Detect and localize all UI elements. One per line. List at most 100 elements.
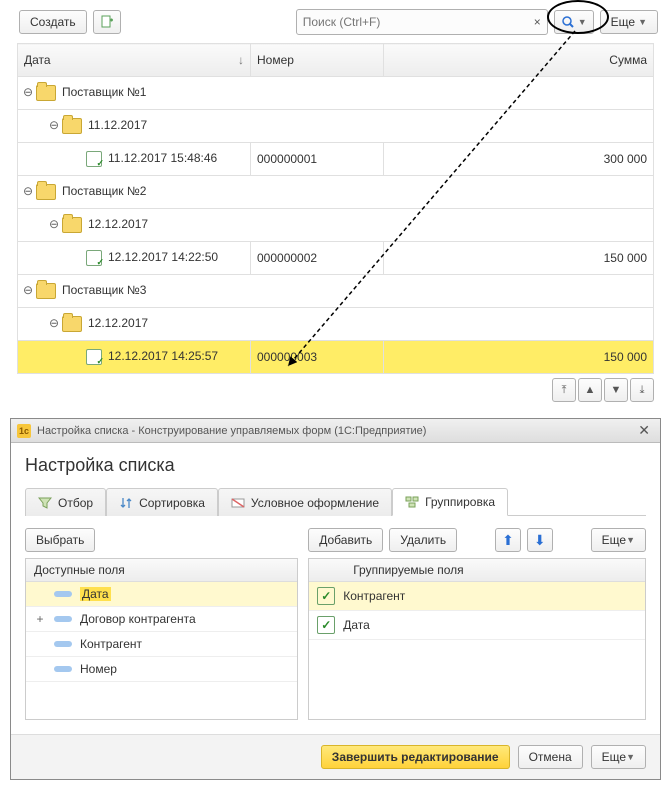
- tab-sort[interactable]: Сортировка: [106, 488, 218, 516]
- list-item[interactable]: +Договор контрагента: [26, 607, 297, 632]
- paint-icon: [231, 496, 245, 510]
- group-text: 11.12.2017: [88, 118, 147, 132]
- toggle-icon[interactable]: ⊖: [22, 85, 34, 99]
- list-item[interactable]: ✓ Дата: [309, 611, 645, 640]
- doc-num: 000000002: [251, 242, 384, 275]
- table-row[interactable]: 11.12.2017 15:48:46000000001300 000: [18, 143, 654, 176]
- list-item[interactable]: ✓ Контрагент: [309, 582, 645, 611]
- choose-button[interactable]: Выбрать: [25, 528, 95, 552]
- table-row[interactable]: 12.12.2017 14:25:57000000003150 000: [18, 341, 654, 374]
- toggle-icon[interactable]: ⊖: [22, 184, 34, 198]
- delete-button[interactable]: Удалить: [389, 528, 457, 552]
- doc-icon: [86, 151, 102, 167]
- field-icon: [54, 666, 72, 672]
- table-row[interactable]: ⊖Поставщик №2: [18, 176, 654, 209]
- list-item[interactable]: Контрагент: [26, 632, 297, 657]
- doc-sum: 150 000: [384, 341, 654, 374]
- move-up-button[interactable]: ⬆: [495, 528, 521, 552]
- doc-icon: [86, 250, 102, 266]
- table-row[interactable]: ⊖ 12.12.2017: [18, 209, 654, 242]
- group-text: Поставщик №3: [62, 283, 146, 297]
- checkbox-icon[interactable]: ✓: [317, 616, 335, 634]
- toggle-icon[interactable]: ⊖: [48, 217, 60, 231]
- scroll-top-button[interactable]: ⤒: [552, 378, 576, 402]
- footer-more-button[interactable]: Еще ▼: [591, 745, 646, 769]
- toggle-icon[interactable]: ⊖: [22, 283, 34, 297]
- checkbox-icon[interactable]: ✓: [317, 587, 335, 605]
- dialog-tabs: Отбор Сортировка Условное оформление Гру…: [25, 488, 646, 516]
- toolbar: Создать × ▼ Еще ▼: [5, 5, 666, 43]
- sort-icon: [119, 496, 133, 510]
- table-row[interactable]: ⊖ 11.12.2017: [18, 110, 654, 143]
- col-number[interactable]: Номер: [251, 44, 384, 77]
- field-label: Контрагент: [80, 637, 142, 651]
- folder-icon: [62, 316, 82, 332]
- group-text: Поставщик №1: [62, 85, 146, 99]
- panel-more-button[interactable]: Еще ▼: [591, 528, 646, 552]
- tab-grouping[interactable]: Группировка: [392, 488, 508, 516]
- scroll-down-button[interactable]: ▼: [604, 378, 628, 402]
- field-icon: [54, 616, 72, 622]
- toggle-icon[interactable]: ⊖: [48, 316, 60, 330]
- scroll-bottom-button[interactable]: ⤓: [630, 378, 654, 402]
- grouped-fields-list[interactable]: Группируемые поля ✓Контрагент✓Дата: [308, 558, 646, 720]
- document-table[interactable]: Дата ↓ Номер Сумма ⊖ Поставщик №1 ⊖ 11.12.20…: [17, 43, 654, 374]
- toggle-icon[interactable]: ⊖: [48, 118, 60, 132]
- dialog-heading: Настройка списка: [25, 455, 646, 476]
- col-sum[interactable]: Сумма: [384, 44, 654, 77]
- tab-filter[interactable]: Отбор: [25, 488, 106, 516]
- table-row[interactable]: ⊖ Поставщик №1: [18, 77, 654, 110]
- clear-search-icon[interactable]: ×: [528, 15, 547, 29]
- finish-button[interactable]: Завершить редактирование: [321, 745, 510, 769]
- search-dropdown-button[interactable]: ▼: [554, 10, 594, 34]
- doc-plus-icon: [100, 15, 114, 29]
- arrow-up-icon: ⬆: [502, 532, 514, 549]
- move-down-button[interactable]: ⬇: [527, 528, 553, 552]
- doc-date: 12.12.2017 14:25:57: [108, 349, 218, 363]
- doc-date: 12.12.2017 14:22:50: [108, 250, 218, 264]
- add-button[interactable]: Добавить: [308, 528, 383, 552]
- folder-icon: [36, 283, 56, 299]
- folder-icon: [36, 184, 56, 200]
- app-icon: 1с: [17, 424, 31, 438]
- field-label: Контрагент: [343, 589, 405, 603]
- chevron-down-icon: ▼: [578, 17, 587, 27]
- doc-sum: 300 000: [384, 143, 654, 176]
- chevron-down-icon: ▼: [638, 17, 647, 27]
- field-icon: [54, 591, 72, 597]
- folder-icon: [62, 217, 82, 233]
- create-button[interactable]: Создать: [19, 10, 87, 34]
- dialog-footer: Завершить редактирование Отмена Еще ▼: [11, 734, 660, 779]
- folder-icon: [36, 85, 56, 101]
- copy-button[interactable]: [93, 10, 121, 34]
- cancel-button[interactable]: Отмена: [518, 745, 583, 769]
- grouping-icon: [405, 495, 419, 509]
- table-row[interactable]: ⊖ Поставщик №3: [18, 275, 654, 308]
- field-label: Номер: [80, 662, 117, 676]
- table-row[interactable]: 12.12.2017 14:22:50 000000002150 000: [18, 242, 654, 275]
- col-date[interactable]: Дата: [24, 53, 51, 67]
- field-icon: [54, 641, 72, 647]
- field-label: Дата: [343, 618, 370, 632]
- search-input[interactable]: [297, 15, 528, 29]
- table-row[interactable]: ⊖12.12.2017: [18, 308, 654, 341]
- expand-icon[interactable]: +: [34, 612, 46, 626]
- scroll-up-button[interactable]: ▲: [578, 378, 602, 402]
- list-item[interactable]: Дата: [26, 582, 297, 607]
- group-text: 12.12.2017: [88, 217, 148, 231]
- magnifier-icon: [561, 15, 575, 29]
- field-label: Дата: [80, 587, 111, 601]
- doc-num: 000000001: [251, 143, 384, 176]
- close-icon[interactable]: ✕: [634, 422, 654, 439]
- tab-conditional[interactable]: Условное оформление: [218, 488, 392, 516]
- doc-icon: [86, 349, 102, 365]
- list-item[interactable]: Номер: [26, 657, 297, 682]
- funnel-icon: [38, 496, 52, 510]
- list-settings-dialog: 1с Настройка списка - Конструирование уп…: [10, 418, 661, 780]
- search-input-wrap[interactable]: ×: [296, 9, 548, 35]
- doc-sum: 150 000: [384, 242, 654, 275]
- arrow-down-icon: ⬇: [534, 532, 546, 549]
- available-fields-list[interactable]: Доступные поля Дата+Договор контрагентаК…: [25, 558, 298, 720]
- sort-down-icon: ↓: [238, 53, 244, 67]
- more-button[interactable]: Еще ▼: [600, 10, 658, 34]
